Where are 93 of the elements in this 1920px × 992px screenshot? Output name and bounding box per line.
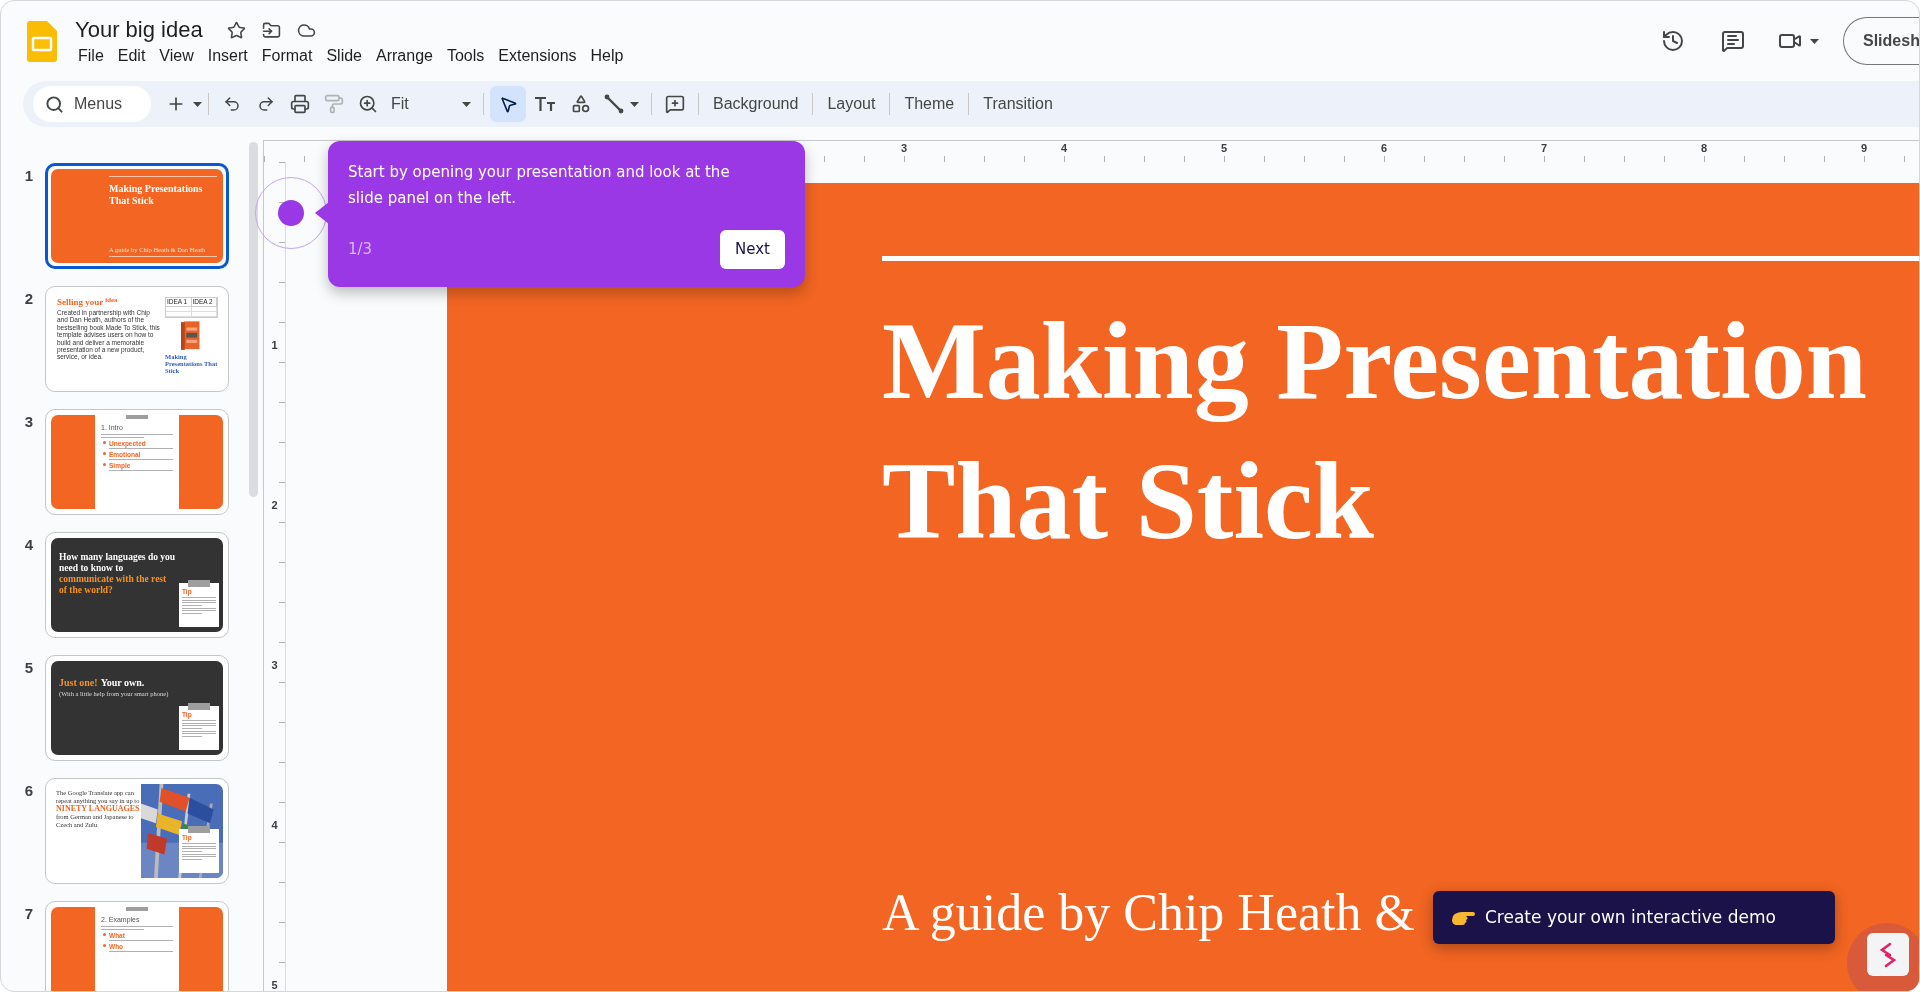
text-lines-drawing xyxy=(109,950,173,952)
zoom-dropdown[interactable]: Fit xyxy=(385,87,477,121)
ruler-number: 4 xyxy=(1059,141,1069,155)
caret-icon xyxy=(1810,38,1819,44)
menu-item[interactable]: View xyxy=(154,46,199,66)
slide-highlight: communicate with the rest of the world? xyxy=(59,574,168,596)
ruler-number: 3 xyxy=(271,657,278,673)
bullet-icon xyxy=(103,451,106,455)
ruler-number: 3 xyxy=(899,141,909,155)
print-icon xyxy=(290,94,310,114)
toolbar-text-button[interactable]: Layout xyxy=(819,87,884,121)
slide-number: 3 xyxy=(23,412,33,432)
slide-number: 5 xyxy=(23,658,33,678)
comments-icon xyxy=(1721,29,1745,53)
caret-icon xyxy=(193,101,202,107)
slide-number: 6 xyxy=(23,781,33,801)
paint-format-icon xyxy=(324,94,344,114)
create-demo-button[interactable]: Create your own interactive demo xyxy=(1433,891,1835,944)
text-lines-drawing xyxy=(109,447,173,449)
star-icon[interactable] xyxy=(226,20,246,40)
menu-item[interactable]: Insert xyxy=(202,46,253,66)
toolbar-text-button[interactable]: Transition xyxy=(975,87,1061,121)
slide-title: Your own. xyxy=(100,677,145,689)
ruler-number: 5 xyxy=(271,977,278,991)
logo-icon xyxy=(1878,941,1898,968)
tape-drawing xyxy=(188,580,210,587)
text-lines-drawing xyxy=(109,469,173,471)
text-lines-drawing xyxy=(101,926,173,930)
undo-icon xyxy=(223,95,241,113)
bullet-icon xyxy=(103,462,106,466)
bullet-icon xyxy=(103,943,106,947)
slide-highlight: NINETY LANGUAGES xyxy=(56,804,141,813)
bullet-icon xyxy=(103,440,106,444)
zoom-icon xyxy=(358,94,378,114)
ruler-number: 7 xyxy=(1539,141,1549,155)
slide-highlight: Just one! xyxy=(59,677,98,689)
text-lines-drawing xyxy=(101,434,173,438)
add-comment-icon xyxy=(665,94,685,114)
next-button[interactable]: Next xyxy=(720,230,785,269)
bullet-icon xyxy=(103,932,106,936)
slide-thumbnail[interactable] xyxy=(45,286,229,392)
toolbar-text-button[interactable]: Background xyxy=(705,87,807,121)
tape-drawing xyxy=(188,703,210,710)
menus-search-field[interactable]: Menus xyxy=(33,86,151,122)
folder-icon[interactable] xyxy=(261,20,281,40)
search-icon xyxy=(45,94,64,114)
slide-title: Making Presentation xyxy=(882,299,1868,424)
text-lines-drawing xyxy=(109,939,173,941)
slide-number: 2 xyxy=(23,289,33,309)
text-lines-drawing xyxy=(182,843,216,852)
slide-number: 4 xyxy=(23,535,33,555)
document-title[interactable]: Your big idea xyxy=(75,16,203,44)
slide-title: That Stick xyxy=(882,439,1376,564)
slide-title: Making Presentations That Stick xyxy=(109,183,204,207)
text-lines-drawing xyxy=(182,720,216,729)
menu-item[interactable]: Extensions xyxy=(493,46,582,66)
ruler-number: 1 xyxy=(271,337,278,353)
ruler-number: 6 xyxy=(1379,141,1389,155)
redo-icon xyxy=(257,95,275,113)
presentation-logo xyxy=(27,20,57,62)
menu-item[interactable]: Arrange xyxy=(371,46,438,66)
pointer-icon xyxy=(498,94,518,114)
tape-drawing xyxy=(188,826,210,833)
menu-item[interactable]: Slide xyxy=(321,46,367,66)
caret-icon xyxy=(630,101,639,107)
ruler-number: 9 xyxy=(1859,141,1869,155)
toolbar-text-button[interactable]: Theme xyxy=(896,87,963,121)
text-box-icon xyxy=(534,96,556,112)
text-lines-drawing xyxy=(109,458,173,460)
slide-title: Selling your $^{idea}$ xyxy=(57,297,119,308)
menu-item[interactable]: Tools xyxy=(441,46,490,66)
menu-item[interactable]: Format xyxy=(256,46,318,66)
pointing-hand-icon xyxy=(1451,909,1475,926)
ruler-number: 4 xyxy=(271,817,278,833)
menu-item[interactable]: Help xyxy=(585,46,629,66)
step-counter: 1/3 xyxy=(348,239,373,261)
history-icon xyxy=(1661,29,1685,53)
slide-subtitle: A guide by Chip Heath & xyxy=(882,883,1415,943)
ruler-number: 8 xyxy=(1699,141,1709,155)
select-tool-button[interactable] xyxy=(490,86,526,122)
logo-button[interactable] xyxy=(1867,933,1909,976)
ruler-number: 2 xyxy=(271,497,278,513)
slide-number: 1 xyxy=(23,166,33,186)
slide-number: 7 xyxy=(23,904,33,924)
scrollbar-thumb[interactable] xyxy=(249,142,258,497)
ruler-number: 5 xyxy=(1219,141,1229,155)
caret-icon xyxy=(462,101,471,107)
text-lines-drawing xyxy=(182,597,216,606)
menu-item[interactable]: File xyxy=(73,46,109,66)
shape-icon xyxy=(571,94,591,114)
menu-item[interactable]: Edit xyxy=(112,46,151,66)
slide-title: How many languages do you need to know to xyxy=(59,552,177,574)
line-icon xyxy=(604,94,624,114)
